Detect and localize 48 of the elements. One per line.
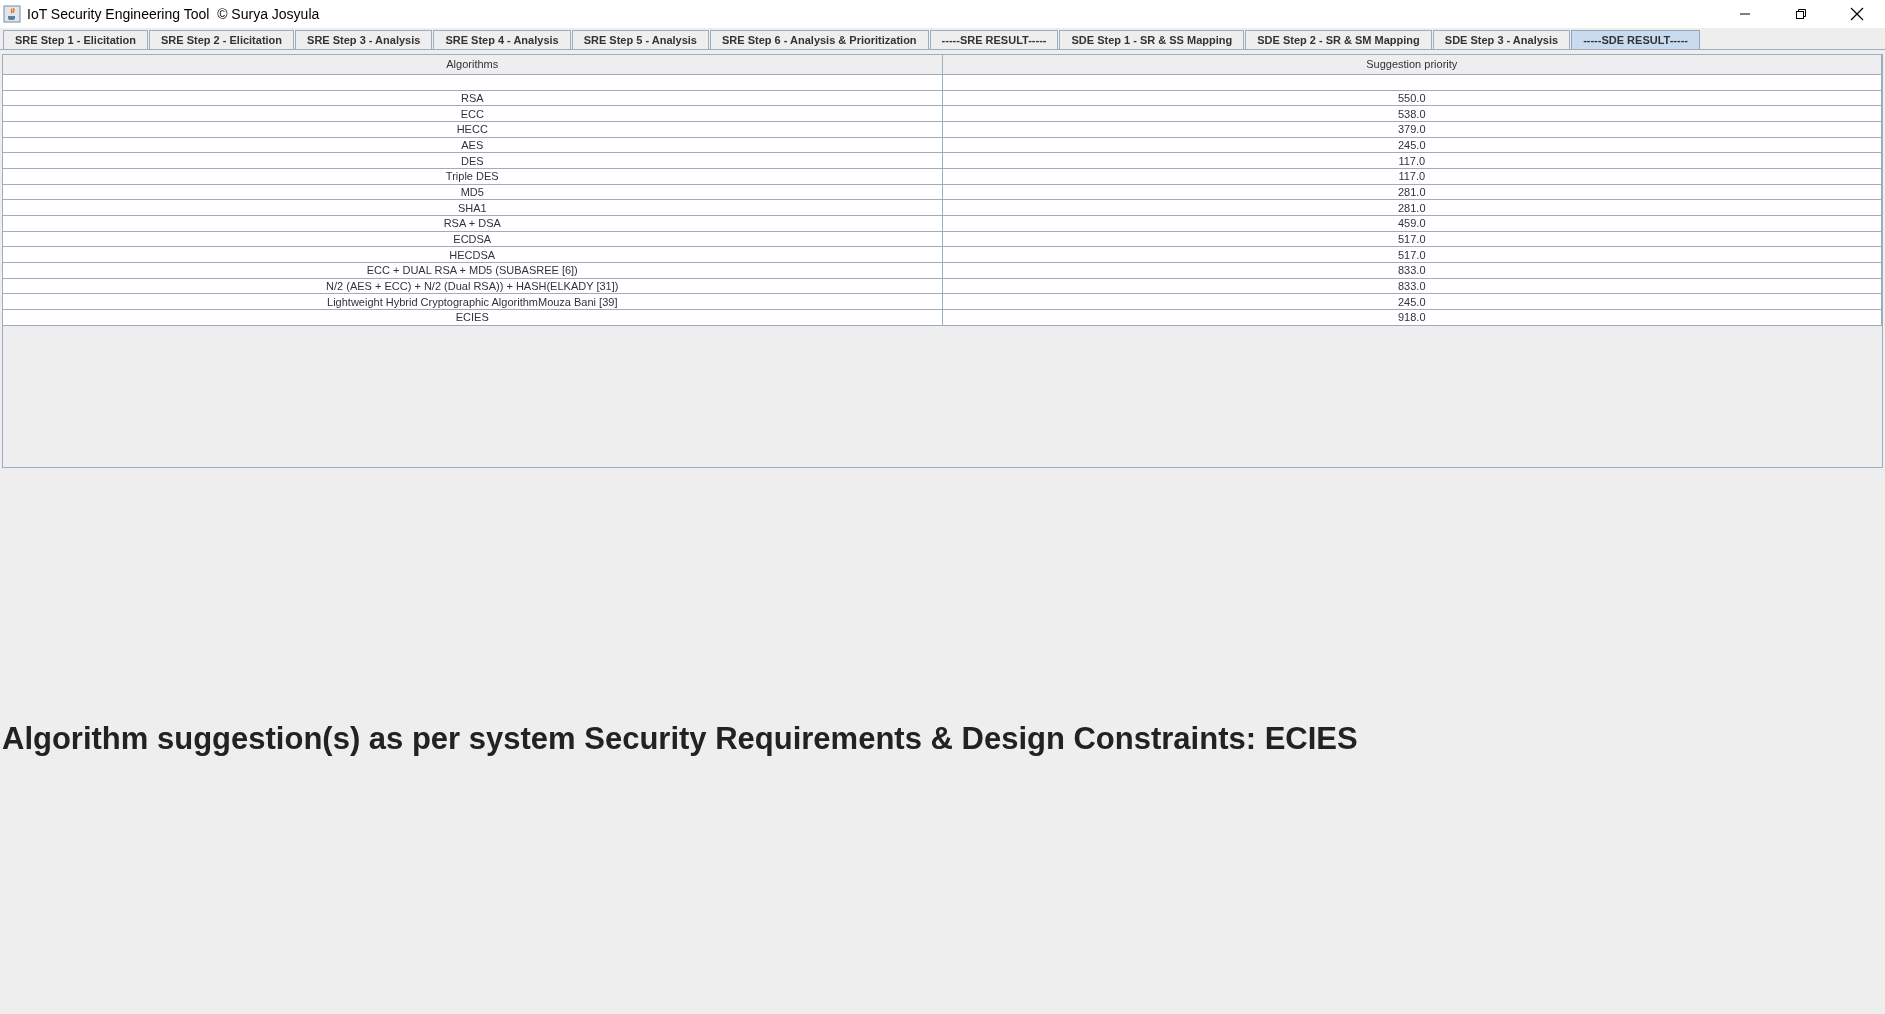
tab[interactable]: SRE Step 4 - Analysis bbox=[433, 30, 571, 49]
java-cup-icon bbox=[3, 5, 21, 23]
table-cell: 833.0 bbox=[942, 278, 1882, 294]
table-cell: HECC bbox=[3, 121, 942, 138]
table-cell: Lightweight Hybrid Cryptographic AlgorithmMouza Bani [39] bbox=[3, 293, 942, 310]
table-cell: RSA bbox=[3, 90, 942, 106]
table-cell: ECC + DUAL RSA + MD5 (SUBASREE [6]) bbox=[3, 262, 942, 279]
table-cell: 538.0 bbox=[942, 105, 1882, 122]
table-cell: ECIES bbox=[3, 309, 942, 326]
tab[interactable]: SRE Step 6 - Analysis & Prioritization bbox=[710, 30, 929, 49]
tab[interactable]: SRE Step 5 - Analysis bbox=[571, 30, 709, 49]
tab[interactable]: SDE Step 1 - SR & SS Mapping bbox=[1059, 30, 1245, 49]
result-message: Algorithm suggestion(s) as per system Security Requirements & Design Constraints: ECIES bbox=[2, 719, 1358, 758]
table-cell: 459.0 bbox=[942, 215, 1882, 232]
table-cell: RSA + DSA bbox=[3, 215, 942, 232]
window-title: IoT Security Engineering Tool © Surya Josyula bbox=[27, 4, 320, 24]
restore-icon bbox=[1795, 8, 1807, 20]
table-cell: Triple DES bbox=[3, 168, 942, 185]
table-cell: AES bbox=[3, 137, 942, 153]
table-cell: 517.0 bbox=[942, 246, 1882, 263]
close-icon bbox=[1850, 7, 1864, 21]
table-cell: MD5 bbox=[3, 184, 942, 200]
table-cell: 281.0 bbox=[942, 199, 1882, 216]
table-cell: 833.0 bbox=[942, 262, 1882, 279]
tab[interactable]: SRE Step 1 - Elicitation bbox=[3, 30, 149, 49]
table-cell: 379.0 bbox=[942, 121, 1882, 138]
table-cell: ECDSA bbox=[3, 231, 942, 247]
tab[interactable]: SRE Step 3 - Analysis bbox=[295, 30, 433, 49]
table-cell: DES bbox=[3, 152, 942, 169]
column-header[interactable]: Suggestion priority bbox=[942, 55, 1882, 74]
table-cell: 550.0 bbox=[942, 90, 1882, 106]
table-cell: 281.0 bbox=[942, 184, 1882, 200]
table-cell: N/2 (AES + ECC) + N/2 (Dual RSA)) + HASH(ELKADY [31]) bbox=[3, 278, 942, 294]
table-cell: SHA1 bbox=[3, 199, 942, 216]
tab[interactable]: SRE Step 2 - Elicitation bbox=[149, 30, 295, 49]
tab[interactable]: -----SRE RESULT----- bbox=[929, 30, 1059, 49]
table-cell: ECC bbox=[3, 105, 942, 122]
table-cell: 117.0 bbox=[942, 152, 1882, 169]
table-cell: 918.0 bbox=[942, 309, 1882, 326]
tab[interactable]: SDE Step 3 - Analysis bbox=[1432, 30, 1571, 49]
table-cell: 517.0 bbox=[942, 231, 1882, 247]
column-header[interactable]: Algorithms bbox=[3, 55, 942, 74]
tab[interactable]: -----SDE RESULT----- bbox=[1571, 30, 1700, 49]
table-cell: 245.0 bbox=[942, 137, 1882, 153]
tab[interactable]: SDE Step 2 - SR & SM Mapping bbox=[1245, 30, 1432, 49]
table-cell: HECDSA bbox=[3, 246, 942, 263]
table-cell: 245.0 bbox=[942, 293, 1882, 310]
table-cell: 117.0 bbox=[942, 168, 1882, 185]
